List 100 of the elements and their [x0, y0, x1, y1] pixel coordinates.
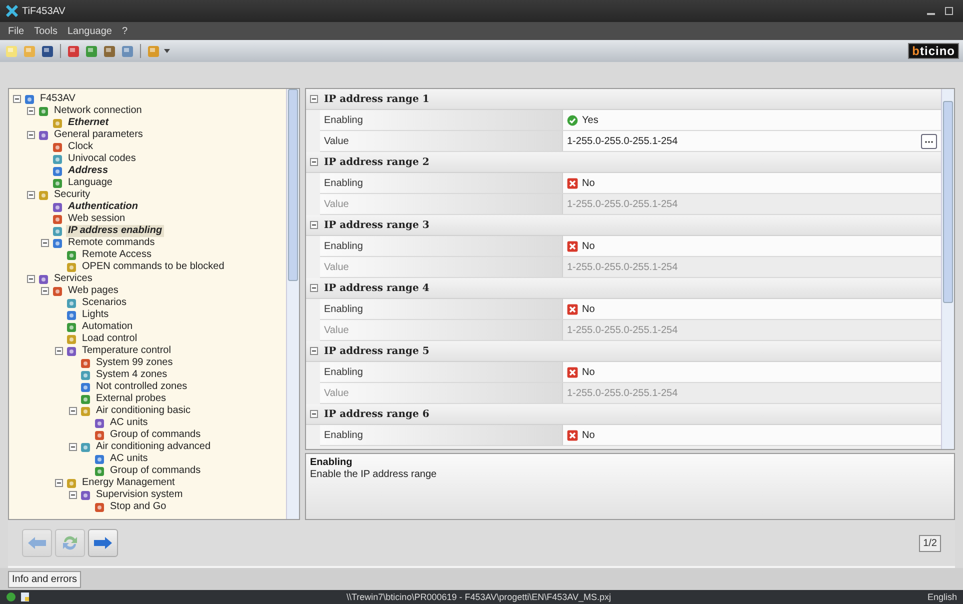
group-title: IP address range 5 [324, 346, 430, 356]
tree-item[interactable]: Air conditioning basic [94, 405, 192, 417]
tree-item[interactable]: Lights [80, 309, 111, 321]
menu-item[interactable]: ? [122, 26, 128, 36]
menu-item[interactable]: File [8, 26, 24, 36]
node-icon [80, 394, 91, 404]
tree-item[interactable]: Clock [66, 141, 96, 153]
collapse-icon[interactable] [310, 347, 318, 355]
description-text: Enable the IP address range [310, 469, 438, 480]
collapse-icon[interactable] [69, 407, 77, 415]
collapse-icon[interactable] [13, 95, 21, 103]
tree-item[interactable]: System 4 zones [94, 369, 170, 381]
tree-item[interactable]: Address [66, 165, 110, 177]
node-icon [66, 346, 77, 356]
tree-item[interactable]: Group of commands [108, 465, 203, 477]
node-icon [38, 190, 49, 200]
node-icon [94, 430, 105, 440]
tree-item[interactable]: AC units [108, 453, 150, 465]
scrollbar[interactable] [286, 89, 299, 519]
collapse-icon[interactable] [55, 479, 63, 487]
collapse-icon[interactable] [310, 410, 318, 418]
group-title: IP address range 3 [324, 220, 430, 230]
tree-item[interactable]: Ethernet [66, 117, 111, 129]
node-icon [66, 250, 77, 260]
tree-item[interactable]: Scenarios [80, 297, 128, 309]
node-icon [52, 166, 63, 176]
collapse-icon[interactable] [310, 158, 318, 166]
tree-item[interactable]: Language [66, 177, 114, 189]
node-icon [66, 334, 77, 344]
tree-item[interactable]: Energy Management [80, 477, 177, 489]
tree-item[interactable]: Automation [80, 321, 135, 333]
scrollbar[interactable] [941, 89, 954, 449]
tree-item[interactable]: Univocal codes [66, 153, 138, 165]
browse-button[interactable] [921, 134, 937, 148]
tree-item[interactable]: Network connection [52, 105, 144, 117]
node-icon [80, 442, 91, 452]
tree-item[interactable]: IP address enabling [66, 225, 164, 237]
tree-item[interactable]: Load control [80, 333, 140, 345]
node-icon [52, 202, 63, 212]
collapse-icon[interactable] [41, 239, 49, 247]
property-label: Enabling [320, 110, 562, 130]
forward-button[interactable] [88, 529, 118, 557]
tree-item[interactable]: F453AV [38, 93, 78, 105]
property-value[interactable]: No [562, 173, 941, 193]
node-icon [38, 274, 49, 284]
right-arrow-icon [93, 536, 113, 550]
menu-item[interactable]: Tools [34, 26, 58, 36]
group-title: IP address range 1 [324, 94, 430, 104]
tree-item[interactable]: Supervision system [94, 489, 185, 501]
property-label: Value [320, 131, 562, 151]
caret-icon[interactable] [164, 49, 170, 53]
tree-item[interactable]: Web session [66, 213, 128, 225]
tree-item[interactable]: Security [52, 189, 92, 201]
tree-item[interactable]: System 99 zones [94, 357, 175, 369]
property-value[interactable]: 1-255.0-255.0-255.1-254 [562, 131, 941, 151]
refresh-icon [61, 534, 79, 552]
node-icon [80, 490, 91, 500]
tree-item[interactable]: External probes [94, 393, 168, 405]
node-icon [38, 106, 49, 116]
tree-item[interactable]: Remote Access [80, 249, 154, 261]
cross-icon [567, 178, 578, 188]
language-label: English [927, 592, 957, 602]
collapse-icon[interactable] [310, 95, 318, 103]
collapse-icon[interactable] [41, 287, 49, 295]
property-value[interactable]: Yes [562, 110, 941, 130]
tree-item[interactable]: Group of commands [108, 429, 203, 441]
collapse-icon[interactable] [69, 491, 77, 499]
tree-item[interactable]: Not controlled zones [94, 381, 190, 393]
node-icon [94, 502, 105, 512]
collapse-icon[interactable] [310, 284, 318, 292]
tree-item[interactable]: Remote commands [66, 237, 157, 249]
collapse-icon[interactable] [69, 443, 77, 451]
tree-item[interactable]: Stop and Go [108, 501, 168, 513]
collapse-icon[interactable] [310, 221, 318, 229]
property-value[interactable]: No [562, 425, 941, 445]
property-value[interactable]: No [562, 299, 941, 319]
maximize-icon[interactable] [945, 7, 953, 15]
property-value[interactable]: No [562, 362, 941, 382]
tree-item[interactable]: OPEN commands to be blocked [80, 261, 226, 273]
collapse-icon[interactable] [27, 131, 35, 139]
node-icon [66, 478, 77, 488]
ellipsis-icon [924, 140, 934, 144]
collapse-icon[interactable] [27, 107, 35, 115]
cross-icon [567, 304, 578, 314]
tree-item[interactable]: General parameters [52, 129, 145, 141]
info-tab[interactable]: Info and errors [8, 570, 82, 588]
property-value[interactable]: No [562, 236, 941, 256]
tree-item[interactable]: AC units [108, 417, 150, 429]
tree-item[interactable]: Web pages [66, 285, 120, 297]
tree-item[interactable]: Authentication [66, 201, 140, 213]
property-label: Enabling [320, 362, 562, 382]
collapse-icon[interactable] [55, 347, 63, 355]
tree-item[interactable]: Air conditioning advanced [94, 441, 213, 453]
collapse-icon[interactable] [27, 191, 35, 199]
menu-item[interactable]: Language [67, 26, 112, 36]
property-label: Enabling [320, 425, 562, 445]
node-icon [94, 466, 105, 476]
tree-item[interactable]: Services [52, 273, 94, 285]
tree-item[interactable]: Temperature control [80, 345, 173, 357]
collapse-icon[interactable] [27, 275, 35, 283]
